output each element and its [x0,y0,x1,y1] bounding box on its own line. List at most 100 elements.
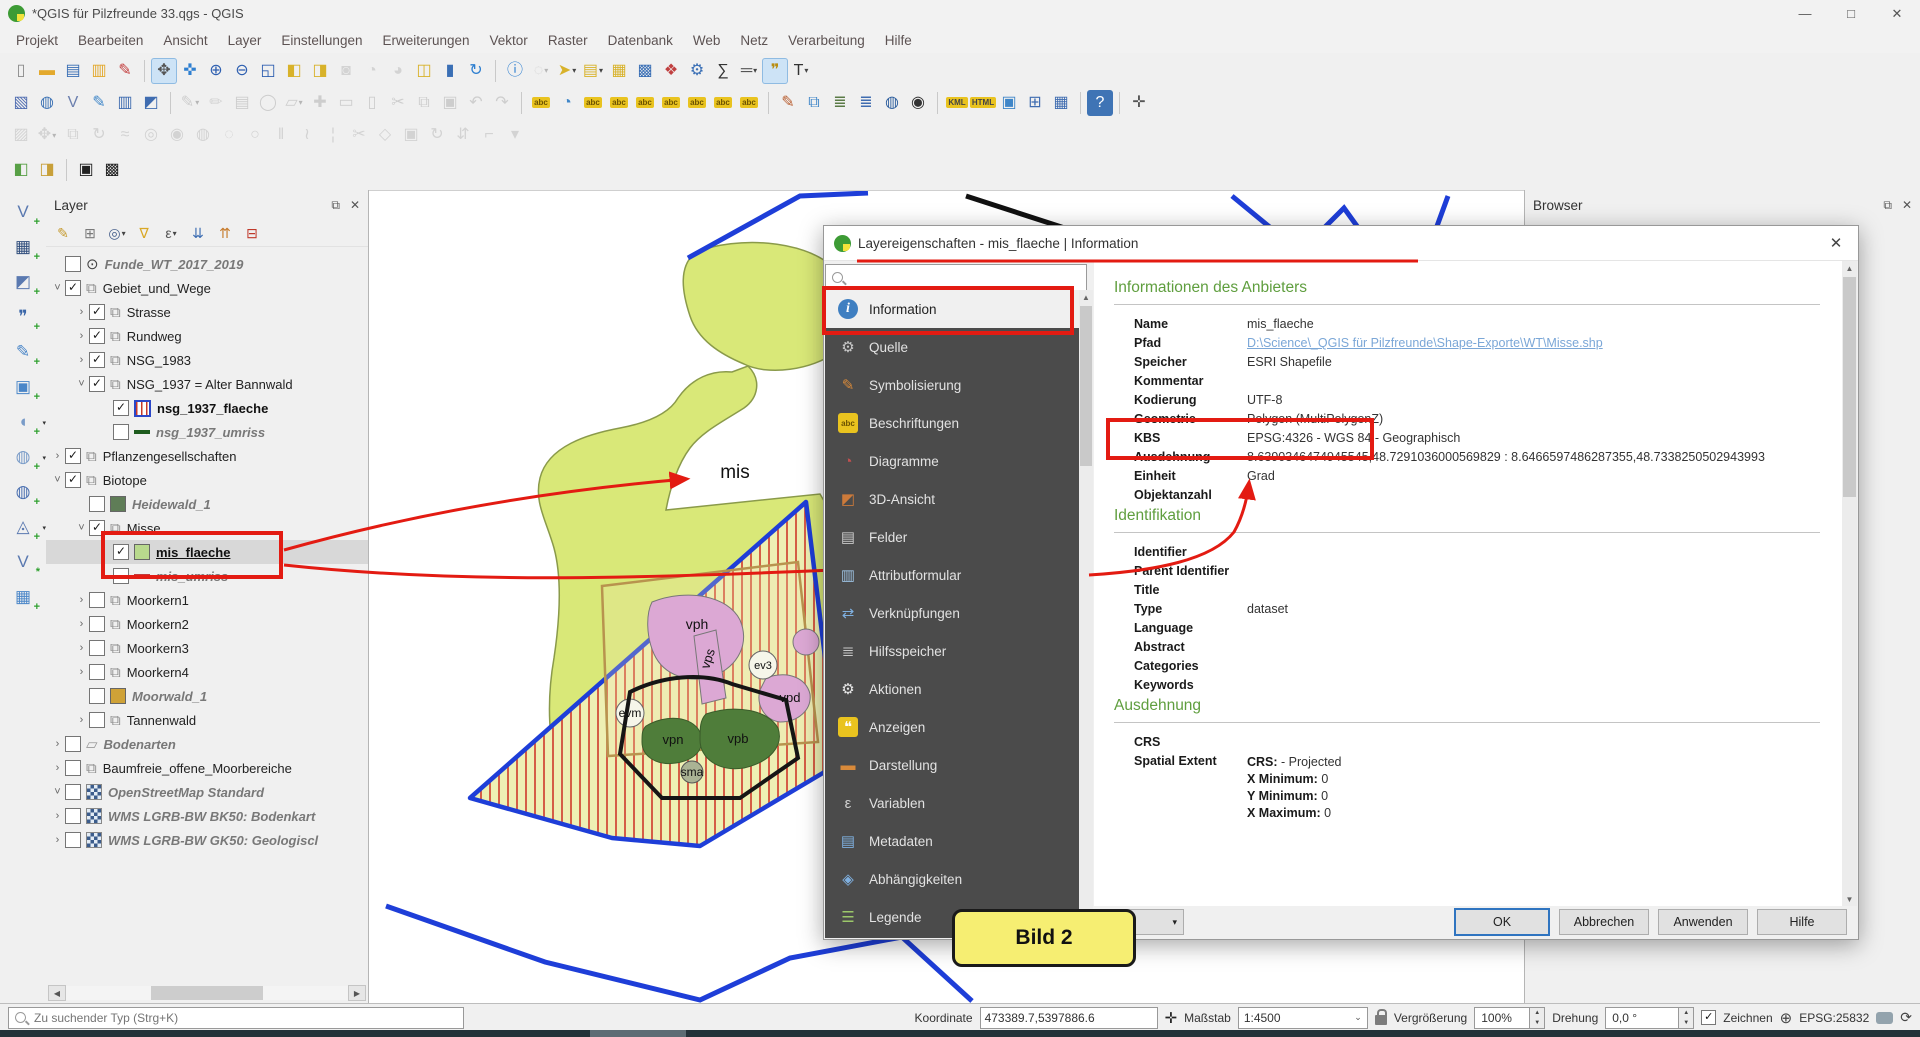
dialog-close-icon[interactable]: ✕ [1822,234,1850,252]
grid-tools-icon[interactable]: ⊞ [1022,90,1048,116]
layer-item-nsg-1937-flaeche[interactable]: ✓nsg_1937_flaeche [46,396,368,420]
new-mesh-layer-icon[interactable]: ◩ [138,90,164,116]
dialog-tabs-scrollbar[interactable]: ▲ [1079,290,1093,938]
field-calculator-icon[interactable]: ▩ [632,58,658,84]
layer-checkbox[interactable]: ✓ [65,448,81,464]
add-group-icon[interactable]: ⊞ [81,224,99,242]
layer-checkbox[interactable] [89,616,105,632]
plugin-map-theme-b-icon[interactable]: ◨ [34,157,60,183]
zoom-full-icon[interactable]: ◱ [255,58,281,84]
select-features-icon[interactable]: ➤▾ [554,58,580,84]
menu-ansicht[interactable]: Ansicht [153,33,217,48]
new-map-view-icon[interactable]: ◫ [411,58,437,84]
remove-layer-icon[interactable]: ⊟ [243,224,261,242]
render-checkbox[interactable]: ✓ [1701,1010,1716,1025]
metasearch-icon[interactable]: ◍ [879,90,905,116]
tab-diagramme[interactable]: ◔Diagramme [825,442,1079,480]
search-layers-icon[interactable]: ◉ [905,90,931,116]
rotation-spinbox[interactable]: 0,0 ° ▲▼ [1605,1007,1694,1029]
table-join-icon[interactable]: ▦ [1048,90,1074,116]
expander-icon[interactable]: › [74,618,89,630]
statistics-panel-icon[interactable]: ❖ [658,58,684,84]
globe-crs-icon[interactable]: ⊕ [1780,1009,1793,1027]
layer-checkbox[interactable] [89,592,105,608]
project-new-icon[interactable]: ▯ [8,58,34,84]
plugin-map-theme-a-icon[interactable]: ◧ [8,157,34,183]
tab-quelle[interactable]: ⚙Quelle [825,328,1079,366]
expander-icon[interactable]: › [50,834,65,846]
map-refresh-icon[interactable]: ↻ [463,58,489,84]
move-label-icon[interactable]: abc [658,90,684,116]
filter-by-expression-icon[interactable]: ε▾ [162,224,180,242]
project-save-as-icon[interactable]: ▥ [86,58,112,84]
tab-abhaengigkeiten[interactable]: ◈Abhängigkeiten [825,860,1079,898]
identify-features-icon[interactable]: ⓘ [502,58,528,84]
tab-anzeigen[interactable]: ❝Anzeigen [825,708,1079,746]
layers-panel-hscrollbar[interactable]: ◀ ▶ [48,985,366,1001]
unpin-labels-icon[interactable]: abc [606,90,632,116]
add-arcgis-layer-icon[interactable]: V* [8,550,38,574]
expander-icon[interactable]: › [74,714,89,726]
layer-checkbox[interactable] [89,688,105,704]
zoom-in-icon[interactable]: ⊕ [203,58,229,84]
add-mesh-layer-icon[interactable]: ◩+ [8,270,38,294]
expander-icon[interactable]: ˅ [74,378,89,390]
layer-item-funde-wt-2017-2019[interactable]: ⊙Funde_WT_2017_2019 [46,252,368,276]
layer-checkbox[interactable]: ✓ [65,472,81,488]
layer-item-moorkern3[interactable]: ›⧉Moorkern3 [46,636,368,660]
project-open-icon[interactable]: ▬ [34,58,60,84]
tab-3d-ansicht[interactable]: ◩3D-Ansicht [825,480,1079,518]
messages-icon[interactable] [1876,1012,1893,1024]
layer-item-nsg-1983[interactable]: ›✓⧉NSG_1983 [46,348,368,372]
layer-item-rundweg[interactable]: ›✓⧉Rundweg [46,324,368,348]
cancel-button[interactable]: Abbrechen [1559,909,1649,935]
layer-checkbox[interactable]: ✓ [113,544,129,560]
browser-panel-dock-icon[interactable]: ⧉ [1883,198,1892,213]
layer-item-nsg-1937-alter-bannwald[interactable]: ˅✓⧉NSG_1937 = Alter Bannwald [46,372,368,396]
layer-item-mis-flaeche[interactable]: ✓mis_flaeche [46,540,368,564]
plugin-import-photos-icon[interactable]: ▣ [73,157,99,183]
layer-checkbox[interactable] [65,784,81,800]
layer-item-baumfreie-offene-moorbereiche[interactable]: ›⧉Baumfreie_offene_Moorbereiche [46,756,368,780]
manage-map-themes-icon[interactable]: ◎▾ [108,224,126,242]
menu-bearbeiten[interactable]: Bearbeiten [68,33,153,48]
menu-einstellungen[interactable]: Einstellungen [271,33,372,48]
spin-up-icon[interactable]: ▲ [1530,1008,1544,1018]
map-tips-icon[interactable]: ❞ [762,58,788,84]
layer-item-moorkern4[interactable]: ›⧉Moorkern4 [46,660,368,684]
dialog-content-scrollbar[interactable]: ▲ ▼ [1842,261,1857,906]
expander-icon[interactable]: › [50,450,65,462]
help-button[interactable]: Hilfe [1757,909,1847,935]
new-spatialite-layer-icon[interactable]: ✎+ [8,340,38,364]
filter-legend-icon[interactable]: ∇ [135,224,153,242]
expander-icon[interactable]: › [74,330,89,342]
plugin-raster-select-icon[interactable]: ▩ [99,157,125,183]
statistical-summary-icon[interactable]: ∑ [710,58,736,84]
measure-line-icon[interactable]: ═▾ [736,58,762,84]
tab-beschriftungen[interactable]: abcBeschriftungen [825,404,1079,442]
menu-netz[interactable]: Netz [730,33,778,48]
highlight-pinned-labels-icon[interactable]: abc [632,90,658,116]
expander-icon[interactable]: ˅ [50,786,65,798]
layer-item-heidewald-1[interactable]: Heidewald_1 [46,492,368,516]
menu-datenbank[interactable]: Datenbank [598,33,683,48]
crs-value[interactable]: EPSG:25832 [1799,1011,1869,1025]
scroll-left-icon[interactable]: ◀ [48,985,66,1001]
zoom-to-selection-icon[interactable]: ◨ [307,58,333,84]
layer-checkbox[interactable] [89,496,105,512]
kml-tools-icon[interactable]: KML [944,90,970,116]
layer-item-wms-lgrb-bw-gk50-geologiscl[interactable]: ›WMS LGRB-BW GK50: Geologiscl [46,828,368,852]
style-manager-icon[interactable]: ✎ [775,90,801,116]
add-virtual-table-icon[interactable]: ▦+ [8,585,38,609]
datasource-manager-icon[interactable]: ▧ [8,90,34,116]
layer-item-moorwald-1[interactable]: Moorwald_1 [46,684,368,708]
menu-layer[interactable]: Layer [218,33,272,48]
tab-variablen[interactable]: εVariablen [825,784,1079,822]
scroll-track[interactable] [66,986,348,1000]
dialog-search-input[interactable] [825,264,1087,291]
layer-item-moorkern1[interactable]: ›⧉Moorkern1 [46,588,368,612]
collapse-all-icon[interactable]: ⇈ [216,224,234,242]
menu-verarbeitung[interactable]: Verarbeitung [778,33,875,48]
layer-item-moorkern2[interactable]: ›⧉Moorkern2 [46,612,368,636]
expander-icon[interactable]: ˅ [50,474,65,486]
